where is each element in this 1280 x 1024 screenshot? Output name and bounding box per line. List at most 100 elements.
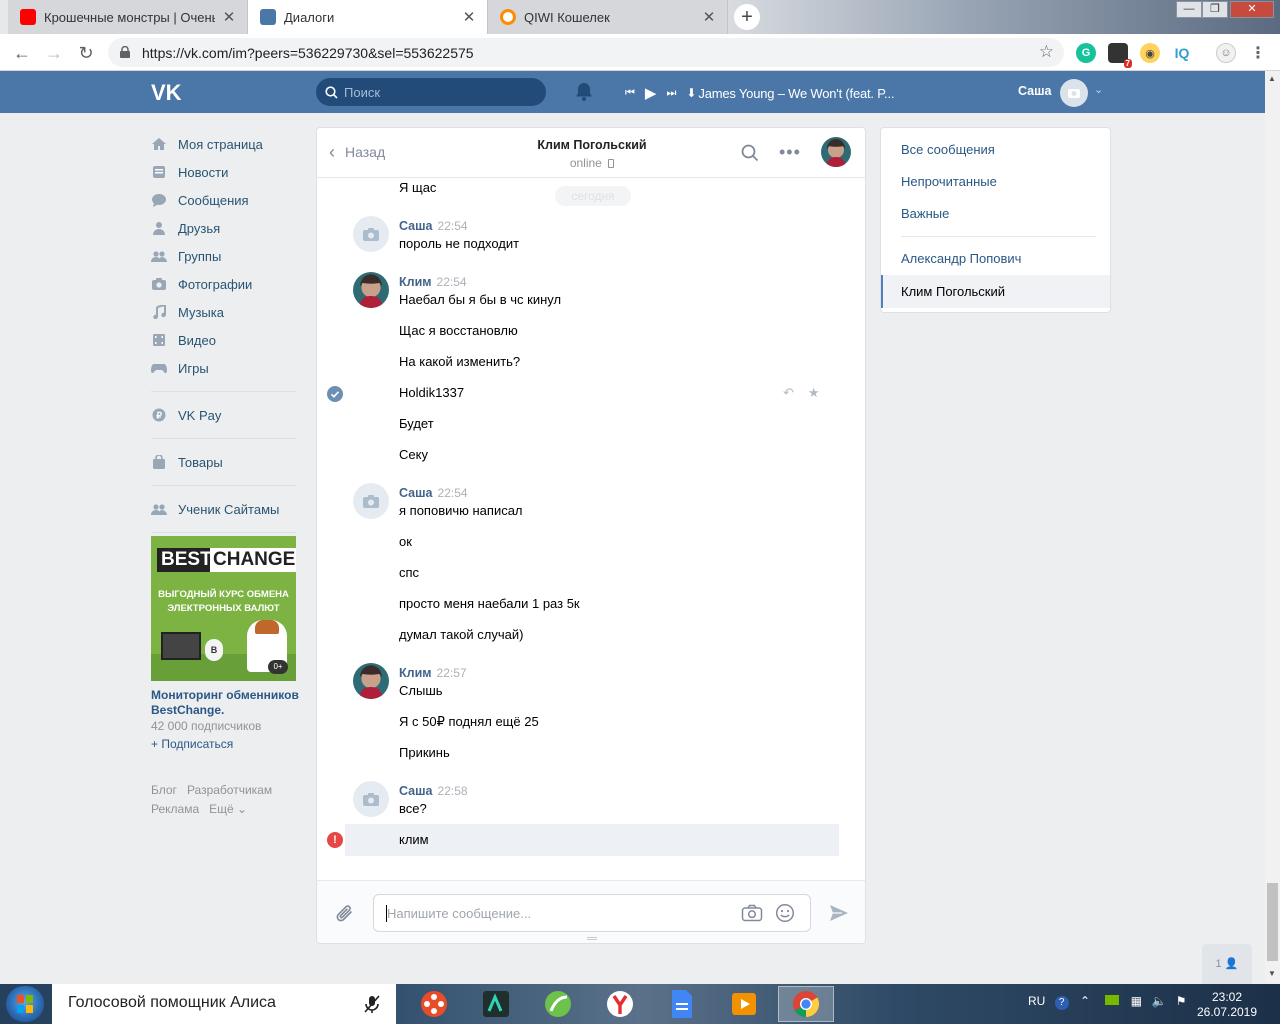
- paperclip-icon[interactable]: [335, 903, 355, 925]
- taskbar-clock[interactable]: 23:02 26.07.2019: [1196, 990, 1258, 1020]
- bookmark-star-icon[interactable]: ☆: [1039, 42, 1054, 62]
- minimize-button[interactable]: —: [1176, 1, 1202, 18]
- extension-badge-icon[interactable]: 7: [1108, 43, 1132, 68]
- forward-arrow-icon[interactable]: →: [42, 41, 66, 65]
- help-icon[interactable]: ?: [1054, 996, 1069, 1010]
- chrome-menu-icon[interactable]: ⋮: [1248, 43, 1268, 63]
- camera-icon[interactable]: [741, 904, 763, 922]
- scroll-up-icon[interactable]: ▲: [1268, 74, 1276, 83]
- message-text[interactable]: Я щас: [399, 180, 436, 195]
- taskbar-app-yandex[interactable]: [592, 986, 648, 1022]
- subscribe-link[interactable]: + Подписаться: [151, 737, 233, 751]
- error-icon[interactable]: !: [327, 832, 343, 848]
- menu-item-goods[interactable]: Товары: [151, 448, 296, 476]
- menu-item-my-page[interactable]: Моя страница: [151, 130, 296, 158]
- message-input[interactable]: Напишите сообщение...: [373, 894, 811, 932]
- footer-link-more[interactable]: Ещё ⌄: [209, 802, 247, 816]
- grammarly-icon[interactable]: G: [1076, 43, 1096, 63]
- menu-item-vkpay[interactable]: ₽ VK Pay: [151, 401, 296, 429]
- message-text[interactable]: думал такой случай): [399, 627, 523, 642]
- menu-item-groups[interactable]: Группы: [151, 242, 296, 270]
- menu-item-messages[interactable]: Сообщения: [151, 186, 296, 214]
- tray-arrow-icon[interactable]: ⌃: [1080, 994, 1090, 1008]
- filter-unread[interactable]: Непрочитанные: [901, 174, 997, 189]
- language-indicator[interactable]: RU: [1028, 994, 1045, 1008]
- menu-item-games[interactable]: Игры: [151, 354, 296, 382]
- previous-track-icon[interactable]: ⏮: [625, 87, 635, 100]
- taskbar-app-player[interactable]: [716, 986, 772, 1022]
- window-close-button[interactable]: ✕: [1230, 1, 1274, 18]
- scrollbar-thumb[interactable]: [1267, 883, 1278, 961]
- owl-extension-icon[interactable]: ◉: [1140, 43, 1160, 63]
- close-icon[interactable]: ✕: [701, 8, 717, 26]
- menu-item-news[interactable]: Новости: [151, 158, 296, 186]
- volume-icon[interactable]: 🔈: [1151, 994, 1166, 1008]
- reload-icon[interactable]: ↻: [74, 41, 98, 65]
- message-author[interactable]: Клим 22:54: [399, 275, 467, 289]
- message-text[interactable]: Я с 50₽ поднял ещё 25: [399, 714, 539, 730]
- search-icon[interactable]: [741, 144, 759, 162]
- reply-icon[interactable]: ↶: [783, 385, 794, 401]
- close-icon[interactable]: ✕: [461, 8, 477, 26]
- chevron-down-icon[interactable]: ⌄: [1094, 83, 1103, 96]
- resize-handle[interactable]: [587, 937, 597, 940]
- selected-check-icon[interactable]: [327, 386, 343, 402]
- menu-item-friends[interactable]: Друзья: [151, 214, 296, 242]
- send-icon[interactable]: [829, 904, 849, 922]
- iq-extension-icon[interactable]: IQ: [1172, 43, 1192, 63]
- url-field[interactable]: https://vk.com/im?peers=536229730&sel=55…: [108, 38, 1064, 67]
- back-arrow-icon[interactable]: ←: [10, 41, 34, 65]
- avatar[interactable]: [353, 216, 389, 252]
- avatar[interactable]: [353, 663, 389, 699]
- browser-tab-qiwi[interactable]: QIWI Кошелек ✕: [488, 0, 728, 34]
- browser-tab-dialogs[interactable]: Диалоги ✕: [248, 0, 488, 34]
- ad-title[interactable]: Мониторинг обменников BestChange.: [151, 688, 301, 718]
- avatar[interactable]: [1060, 79, 1088, 107]
- vk-logo-icon[interactable]: VK: [151, 81, 185, 103]
- message-author[interactable]: Саша 22:54: [399, 219, 468, 233]
- message-text[interactable]: Прикинь: [399, 745, 450, 760]
- now-playing-title[interactable]: James Young – We Won't (feat. P...: [698, 86, 894, 101]
- message-text[interactable]: Щас я восстановлю: [399, 323, 518, 338]
- footer-link-devs[interactable]: Разработчикам: [187, 783, 272, 797]
- conversation-item-active[interactable]: Клим Погольский: [881, 275, 1110, 308]
- message-author[interactable]: Саша 22:58: [399, 784, 468, 798]
- message-text[interactable]: клим: [399, 832, 429, 847]
- start-button[interactable]: [6, 986, 44, 1022]
- ad-banner-image[interactable]: BEST CHANGE ВЫГОДНЫЙ КУРС ОБМЕНА ЭЛЕКТРО…: [151, 536, 296, 681]
- message-text[interactable]: ок: [399, 534, 412, 549]
- message-text[interactable]: все?: [399, 801, 427, 816]
- menu-item-music[interactable]: Музыка: [151, 298, 296, 326]
- message-text[interactable]: Наебал бы я бы в чс кинул: [399, 292, 561, 307]
- play-icon[interactable]: ▶: [645, 84, 657, 102]
- message-text[interactable]: пороль не подходит: [399, 236, 519, 251]
- browser-tab-youtube[interactable]: Крошечные монстры | Очень м ✕: [8, 0, 248, 34]
- message-text[interactable]: Слышь: [399, 683, 443, 698]
- search-input[interactable]: Поиск: [316, 78, 546, 106]
- message-text[interactable]: Секу: [399, 447, 428, 462]
- footer-link-blog[interactable]: Блог: [151, 783, 177, 797]
- message-author[interactable]: Саша 22:54: [399, 486, 468, 500]
- next-track-icon[interactable]: ⏭: [666, 87, 676, 100]
- user-name[interactable]: Саша: [1018, 84, 1052, 98]
- page-scrollbar[interactable]: ▲ ▼: [1265, 71, 1280, 983]
- new-tab-button[interactable]: +: [734, 4, 760, 30]
- message-text[interactable]: Будет: [399, 416, 434, 431]
- message-text[interactable]: просто меня наебали 1 раз 5к: [399, 596, 580, 611]
- avatar[interactable]: [353, 272, 389, 308]
- message-text[interactable]: Holdik1337: [399, 385, 464, 400]
- restore-button[interactable]: ❐: [1202, 1, 1228, 18]
- bell-icon[interactable]: [575, 82, 593, 102]
- taskbar-app-filmora[interactable]: [468, 986, 524, 1022]
- message-author[interactable]: Клим 22:57: [399, 666, 467, 680]
- menu-item-video[interactable]: Видео: [151, 326, 296, 354]
- conversation-item[interactable]: Александр Попович: [901, 251, 1021, 266]
- peer-avatar[interactable]: [821, 137, 851, 167]
- profile-avatar-icon[interactable]: ☺: [1216, 43, 1236, 63]
- network-icon[interactable]: ▦: [1131, 994, 1142, 1008]
- more-options-icon[interactable]: •••: [779, 142, 801, 163]
- voice-assistant-box[interactable]: Голосовой помощник Алиса: [52, 984, 396, 1024]
- filter-important[interactable]: Важные: [901, 206, 949, 221]
- taskbar-app-film[interactable]: [406, 986, 462, 1022]
- nvidia-icon[interactable]: [1105, 995, 1120, 1005]
